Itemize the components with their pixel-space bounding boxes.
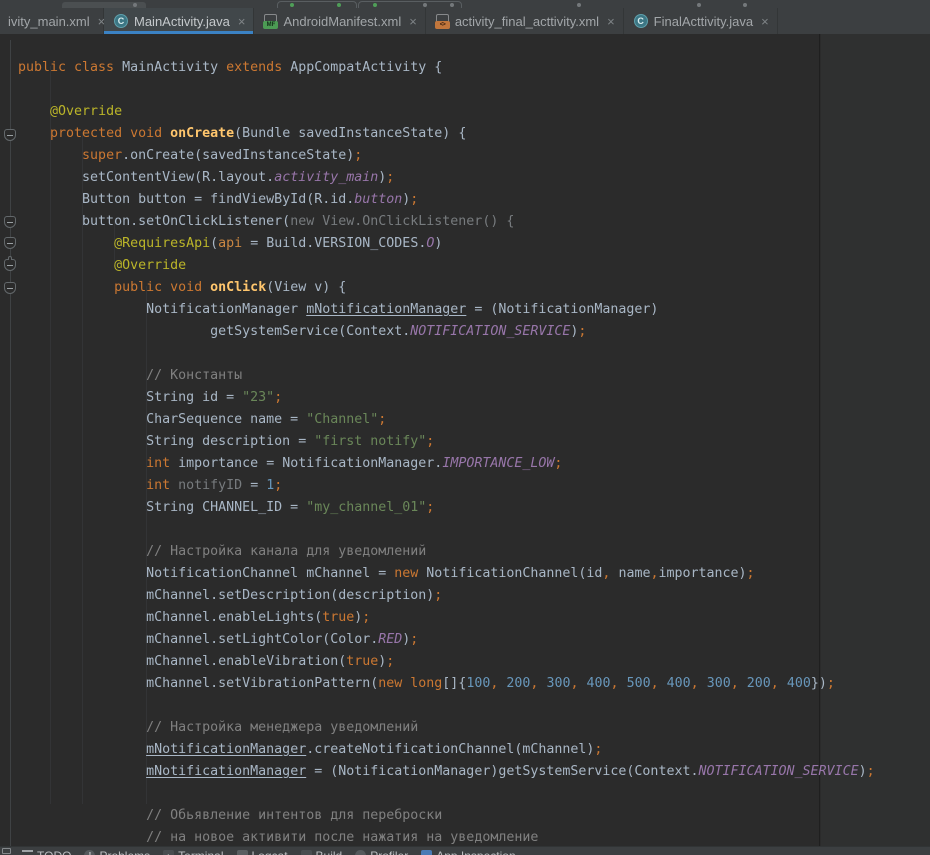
toolbar-icon-dot — [373, 3, 377, 7]
toolwindow-button-problems[interactable]: ! Problems — [84, 849, 150, 855]
code-line: super.onCreate(savedInstanceState); — [0, 145, 875, 167]
code-line: // Обьявление интентов для переброски — [0, 805, 875, 827]
toolbar-icon-dot — [577, 3, 581, 7]
code-line: public class MainActivity extends AppCom… — [0, 57, 875, 79]
code-line: CharSequence name = "Channel"; — [0, 409, 875, 431]
tool-window-bar: TODO! Problems › Terminal Logcat Build Profile… — [0, 846, 930, 855]
code-line: // Константы — [0, 365, 875, 387]
code-line: getSystemService(Context.NOTIFICATION_SE… — [0, 321, 875, 343]
problems-icon: ! — [84, 850, 95, 855]
code-text: public class MainActivity extends AppCom… — [0, 57, 875, 846]
manifest-file-icon: MF — [264, 14, 277, 29]
toolwindow-button-logcat[interactable]: Logcat — [237, 849, 288, 855]
tab-close-icon[interactable]: × — [409, 15, 417, 28]
code-line: String CHANNEL_ID = "my_channel_01"; — [0, 497, 875, 519]
tab-label: AndroidManifest.xml — [283, 14, 401, 29]
tab-label: activity_final_acttivity.xml — [455, 14, 599, 29]
editor-tab-bar: ivity_main.xml×CMainActivity.java×MFAndr… — [0, 8, 930, 34]
code-line: String description = "first notify"; — [0, 431, 875, 453]
code-editor[interactable]: public class MainActivity extends AppCom… — [0, 34, 930, 846]
fold-marker[interactable] — [4, 216, 16, 228]
tab-mainactivity-java[interactable]: C MainActivity.java × — [104, 8, 254, 34]
java-class-icon: C — [114, 14, 128, 28]
tab-label: MainActivity.java — [134, 14, 230, 29]
toolwindow-button-app-inspection[interactable]: App Inspection — [421, 849, 515, 855]
toolwindow-button-label: Profiler — [370, 849, 408, 855]
code-line: mNotificationManager.createNotificationC… — [0, 739, 875, 761]
code-line: button.setOnClickListener(new View.OnCli… — [0, 211, 875, 233]
code-line: int importance = NotificationManager.IMP… — [0, 453, 875, 475]
toolwindow-button-label: Build — [316, 849, 343, 855]
toolbar-icon-dot — [450, 3, 454, 7]
code-line — [0, 783, 875, 805]
tab-label: ivity_main.xml — [8, 14, 90, 29]
code-line: mNotificationManager = (NotificationMana… — [0, 761, 875, 783]
code-line: protected void onCreate(Bundle savedInst… — [0, 123, 875, 145]
toolwindow-button-profiler[interactable]: Profiler — [355, 849, 408, 855]
code-line: NotificationManager mNotificationManager… — [0, 299, 875, 321]
toolbar-icon-dot — [423, 3, 427, 7]
toolbar-button-group-cutoff[interactable] — [277, 1, 357, 8]
code-line: public void onClick(View v) { — [0, 277, 875, 299]
toolwindow-button-label: TODO — [37, 849, 71, 855]
logcat-icon — [237, 850, 248, 855]
java-class-icon: C — [634, 14, 648, 28]
ide-window: ivity_main.xml×CMainActivity.java×MFAndr… — [0, 0, 930, 855]
toolwindow-button-terminal[interactable]: › Terminal — [163, 849, 223, 855]
fold-marker-locked[interactable] — [4, 259, 16, 271]
build-icon — [301, 850, 312, 855]
code-line: mChannel.setDescription(description); — [0, 585, 875, 607]
toolwindow-button-label: Logcat — [252, 849, 288, 855]
inspection-icon — [421, 850, 432, 855]
code-line: @RequiresApi(api = Build.VERSION_CODES.O… — [0, 233, 875, 255]
code-line: mChannel.enableLights(true); — [0, 607, 875, 629]
toolwindow-button-label: Problems — [99, 849, 150, 855]
profiler-icon — [355, 850, 366, 855]
code-line: Button button = findViewById(R.id.button… — [0, 189, 875, 211]
code-line — [0, 79, 875, 101]
toolbar-icon-dot — [290, 3, 294, 7]
tab-close-icon[interactable]: × — [761, 15, 769, 28]
code-line: NotificationChannel mChannel = new Notif… — [0, 563, 875, 585]
toolbar-icon-dot — [133, 3, 137, 7]
tab-ivity-main-xml[interactable]: ivity_main.xml× — [0, 8, 104, 34]
code-line: // на новое активити после нажатия на ув… — [0, 827, 875, 846]
code-line: @Override — [0, 255, 875, 277]
toolwindow-button-label: Terminal — [178, 849, 223, 855]
code-line: // Настройка менеджера уведомлений — [0, 717, 875, 739]
code-line: mChannel.setVibrationPattern(new long[]{… — [0, 673, 875, 695]
xml-file-icon: <> — [436, 14, 449, 29]
code-line — [0, 695, 875, 717]
terminal-icon: › — [163, 850, 174, 855]
toolbar-icon-dot — [743, 3, 747, 7]
window-layout-icon[interactable] — [2, 848, 11, 854]
toolbar-icon-dot — [337, 3, 341, 7]
tab-label: FinalActtivity.java — [654, 14, 753, 29]
toolwindow-button-todo[interactable]: TODO — [22, 849, 71, 855]
tab-close-icon[interactable]: × — [607, 15, 615, 28]
code-line: String id = "23"; — [0, 387, 875, 409]
toolwindow-button-label: App Inspection — [436, 849, 515, 855]
toolwindow-button-build[interactable]: Build — [301, 849, 343, 855]
tab-close-icon[interactable]: × — [238, 15, 246, 28]
tab-finalacttivity-java[interactable]: C FinalActtivity.java × — [624, 8, 778, 34]
code-line: @Override — [0, 101, 875, 123]
main-toolbar-cutoff — [0, 0, 930, 8]
fold-marker[interactable] — [4, 129, 16, 141]
code-line — [0, 343, 875, 365]
tab-androidmanifest-xml[interactable]: MF AndroidManifest.xml × — [254, 8, 425, 34]
code-line: int notifyID = 1; — [0, 475, 875, 497]
fold-marker[interactable] — [4, 282, 16, 294]
fold-marker[interactable] — [4, 237, 16, 249]
todo-icon — [22, 850, 33, 855]
code-line: mChannel.enableVibration(true); — [0, 651, 875, 673]
toolbar-icon-dot — [697, 3, 701, 7]
code-line — [0, 519, 875, 541]
code-line: mChannel.setLightColor(Color.RED); — [0, 629, 875, 651]
code-line: setContentView(R.layout.activity_main); — [0, 167, 875, 189]
code-line: // Настройка канала для уведомлений — [0, 541, 875, 563]
tab-activity-final-acttivity-xml[interactable]: <> activity_final_acttivity.xml × — [426, 8, 624, 34]
